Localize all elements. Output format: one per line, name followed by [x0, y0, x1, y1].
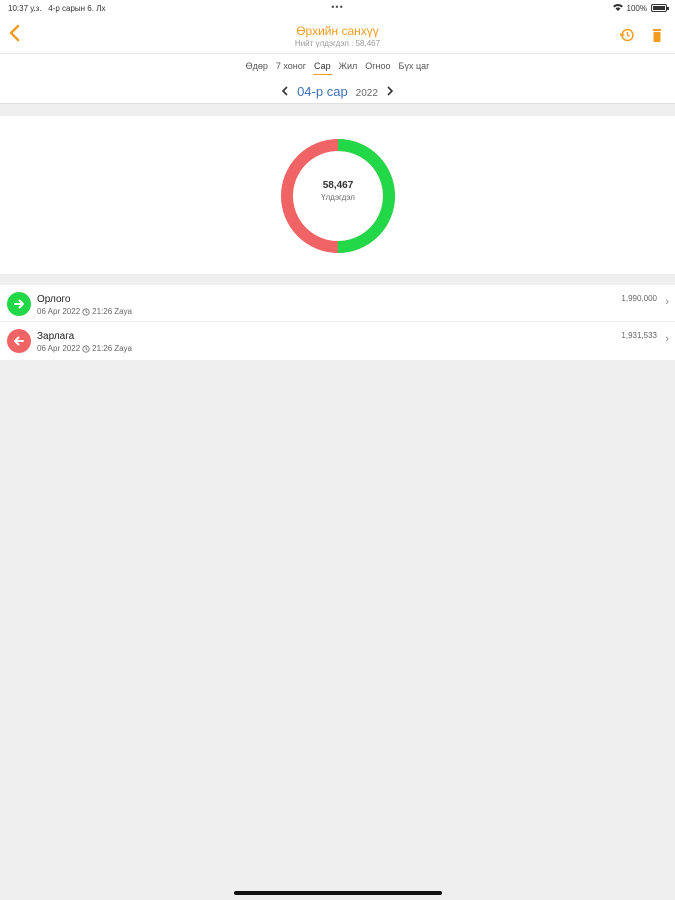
- tab-year[interactable]: Жил: [338, 61, 359, 75]
- history-button[interactable]: [619, 27, 635, 43]
- income-badge: [7, 292, 31, 316]
- donut-center: 58,467 Үлдэгдэл: [278, 180, 398, 202]
- transaction-date: 06 Apr 2022: [37, 344, 81, 353]
- wifi-icon: [612, 3, 623, 13]
- page-title: Өрхийн санхүү: [296, 24, 379, 38]
- expense-badge: [7, 329, 31, 353]
- chevron-left-icon: [281, 86, 288, 96]
- battery-icon: [651, 4, 669, 12]
- battery-percent: 100%: [626, 3, 647, 13]
- history-icon: [619, 28, 634, 42]
- tab-month[interactable]: Сар: [313, 61, 332, 75]
- list-item-expense[interactable]: Зарлага 06 Apr 2022 21:26 Zaya 1,931,533…: [0, 322, 675, 360]
- transaction-user: Zaya: [114, 307, 132, 316]
- transaction-time: 21:26: [92, 344, 113, 353]
- transaction-title: Зарлага: [37, 331, 75, 342]
- chevron-right-icon: ›: [665, 296, 669, 308]
- status-bar: 10:37 у.з. 4-р сарын 6. Лх ••• 100%: [0, 0, 675, 18]
- trash-icon: [653, 29, 661, 42]
- clock-icon: [82, 344, 90, 353]
- balance-chart-card: 58,467 Үлдэгдэл: [0, 116, 675, 274]
- month-navigator: 04-р сар 2022: [0, 84, 675, 99]
- transaction-amount: 1,990,000: [621, 294, 657, 303]
- balance-label: Үлдэгдэл: [321, 193, 355, 202]
- chevron-right-icon: ›: [665, 333, 669, 345]
- tab-all-time[interactable]: Бүх цаг: [398, 61, 431, 75]
- period-selector: Өдөр 7 хоног Сар Жил Огноо Бүх цаг 04-р …: [0, 54, 675, 104]
- current-month[interactable]: 04-р сар: [297, 84, 348, 99]
- transaction-meta: 06 Apr 2022 21:26 Zaya: [37, 307, 132, 316]
- transaction-title: Орлого: [37, 294, 71, 305]
- balance-value: 58,467: [322, 180, 354, 191]
- status-right: 100%: [612, 3, 669, 13]
- delete-button[interactable]: [649, 27, 665, 43]
- tab-day[interactable]: Өдөр: [245, 61, 269, 75]
- current-year: 2022: [355, 88, 378, 99]
- transaction-user: Zaya: [114, 344, 132, 353]
- clock-icon: [82, 307, 90, 316]
- list-item-income[interactable]: Орлого 06 Apr 2022 21:26 Zaya 1,990,000 …: [0, 285, 675, 322]
- arrow-left-icon: [14, 336, 24, 346]
- transaction-list: Орлого 06 Apr 2022 21:26 Zaya 1,990,000 …: [0, 285, 675, 360]
- chevron-right-icon: [387, 86, 394, 96]
- transaction-amount: 1,931,533: [621, 331, 657, 340]
- nav-actions: [619, 27, 665, 43]
- period-tabs: Өдөр 7 хоног Сар Жил Огноо Бүх цаг: [0, 61, 675, 75]
- total-balance-subtitle: Нийт үлдэгдэл : 58,467: [294, 39, 381, 48]
- next-month-button[interactable]: [386, 84, 394, 99]
- multitask-dots[interactable]: •••: [0, 2, 675, 12]
- arrow-right-icon: [14, 299, 24, 309]
- tab-date[interactable]: Огноо: [364, 61, 391, 75]
- transaction-date: 06 Apr 2022: [37, 307, 81, 316]
- transaction-time: 21:26: [92, 307, 113, 316]
- navigation-bar: Өрхийн санхүү Нийт үлдэгдэл : 58,467: [0, 18, 675, 54]
- previous-month-button[interactable]: [281, 84, 289, 99]
- tab-week[interactable]: 7 хоног: [275, 61, 307, 75]
- transaction-meta: 06 Apr 2022 21:26 Zaya: [37, 344, 132, 353]
- home-indicator[interactable]: [234, 891, 442, 895]
